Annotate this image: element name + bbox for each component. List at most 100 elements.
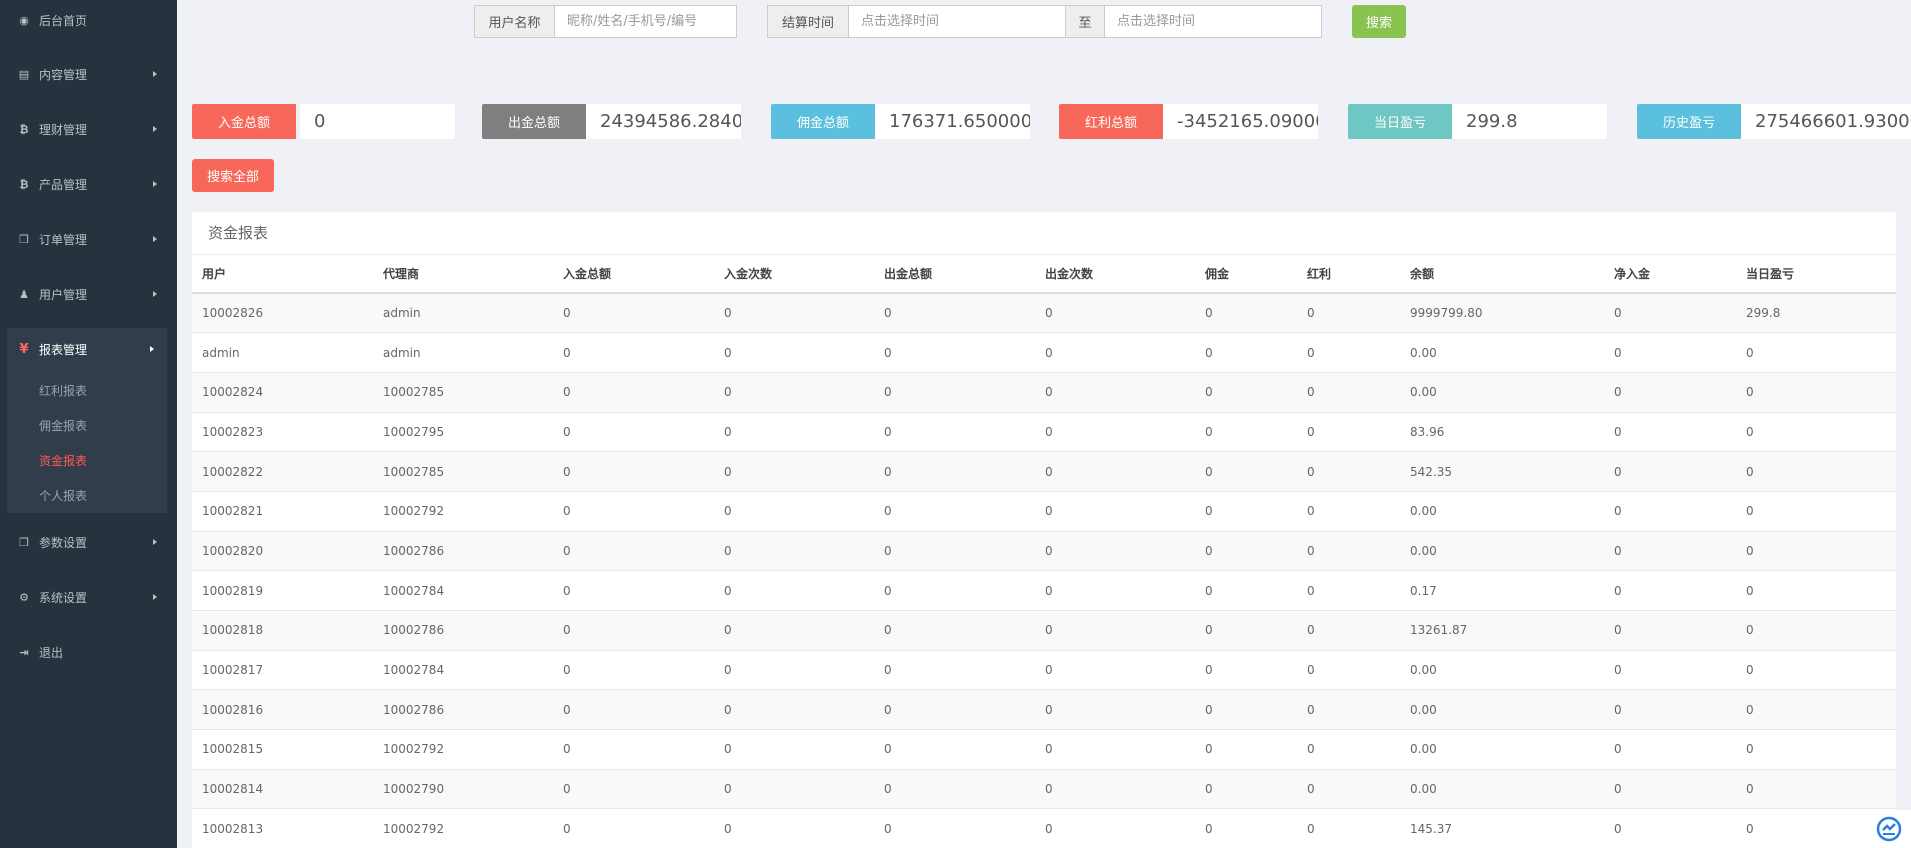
table-row: admin admin 0 0 0 0 0 0 0.00 0 0 [192, 332, 1896, 373]
table-cell: 0 [1195, 371, 1297, 413]
sidebar-item-logout[interactable]: ⇥ 退出 [0, 632, 177, 672]
table-cell: 9999799.80 [1400, 292, 1604, 333]
table-cell: 0 [1195, 411, 1297, 452]
table-row: 10002814 10002790 0 0 0 0 0 0 0.00 0 0 [192, 768, 1896, 809]
table-cell: 0 [1297, 490, 1400, 532]
stat-value: -3452165.09000000 [1163, 104, 1318, 139]
table-cell: 0 [874, 411, 1035, 452]
table-cell: 0 [553, 371, 714, 413]
book-icon: ▤ [18, 67, 30, 81]
sidebar-item-reports[interactable]: ¥ 报表管理 [7, 329, 167, 369]
table-cell: 0 [1604, 451, 1736, 492]
sidebar-item-parameters[interactable]: ❐ 参数设置 [0, 522, 177, 562]
table-cell: 0 [553, 570, 714, 611]
sidebar-item-dashboard[interactable]: ◉ 后台首页 [0, 0, 177, 40]
table-cell: 0 [1604, 649, 1736, 690]
sidebar-item-label: 产品管理 [39, 177, 88, 192]
table-cell: 10002784 [373, 649, 553, 690]
table-cell: 0 [874, 610, 1035, 651]
table-cell: 0 [714, 371, 874, 413]
table-cell: 0 [553, 649, 714, 690]
table-row: 10002822 10002785 0 0 0 0 0 0 542.35 0 0 [192, 451, 1896, 492]
table-cell: 0 [1297, 610, 1400, 651]
bitcoin-icon: ₿ [19, 122, 29, 136]
table-row: 10002818 10002786 0 0 0 0 0 0 13261.87 0 0 [192, 610, 1896, 651]
table-cell: 0 [553, 451, 714, 492]
table-cell: 0 [874, 292, 1035, 333]
table-cell: 10002785 [373, 371, 553, 413]
table-cell: 0 [1604, 490, 1736, 532]
sidebar-item-label: 内容管理 [39, 67, 88, 82]
table-cell: 0 [1195, 332, 1297, 373]
table-cell: 0 [553, 689, 714, 730]
table-cell: admin [373, 332, 553, 373]
table-cell: 0.17 [1400, 570, 1604, 611]
search-all-button[interactable]: 搜索全部 [192, 159, 274, 192]
table-cell: 0 [1297, 570, 1400, 611]
fund-report-table: 用户 代理商 入金总额 入金次数 出金总额 出金次数 佣金 红利 余额 净入金 当日盈亏 10002… [192, 255, 1896, 848]
chevron-right-icon [153, 291, 157, 297]
table-cell: 0 [1736, 570, 1896, 611]
column-header: 出金总额 [874, 255, 1035, 294]
table-cell: 0 [1297, 729, 1400, 770]
sidebar-item-products[interactable]: ₿ 产品管理 [0, 164, 177, 204]
table-cell: 0 [714, 689, 874, 730]
sidebar-subitem-bonus-report[interactable]: 红利报表 [39, 382, 87, 399]
table-row: 10002821 10002792 0 0 0 0 0 0 0.00 0 0 [192, 490, 1896, 532]
sidebar-item-label: 系统设置 [39, 590, 88, 605]
table-cell: 0 [1195, 490, 1297, 532]
table-cell: 0 [1035, 411, 1195, 452]
table-row: 10002816 10002786 0 0 0 0 0 0 0.00 0 0 [192, 689, 1896, 730]
stat-value: 275466601.93000000 [1741, 104, 1911, 139]
table-cell: 145.37 [1400, 808, 1604, 848]
table-cell: 0 [553, 610, 714, 651]
table-cell: 0 [714, 490, 874, 532]
table-header-row: 用户 代理商 入金总额 入金次数 出金总额 出金次数 佣金 红利 余额 净入金 当日盈亏 [192, 255, 1896, 294]
table-row: 10002817 10002784 0 0 0 0 0 0 0.00 0 0 [192, 649, 1896, 690]
sidebar-item-users[interactable]: ♟ 用户管理 [0, 274, 177, 314]
table-cell: 0 [1604, 570, 1736, 611]
table-cell: 0 [874, 729, 1035, 770]
table-cell: 10002821 [192, 490, 373, 532]
stat-value: 299.8 [1452, 104, 1607, 139]
chevron-right-icon [153, 126, 157, 132]
settle-time-label: 结算时间 [767, 5, 849, 38]
sidebar-item-content[interactable]: ▤ 内容管理 [0, 54, 177, 94]
column-header: 代理商 [373, 255, 553, 294]
table-cell: 0 [714, 411, 874, 452]
table-cell: 0 [1297, 689, 1400, 730]
column-header: 净入金 [1604, 255, 1736, 294]
app-logo [1866, 810, 1911, 848]
end-time-input[interactable] [1105, 5, 1322, 38]
user-icon: ♟ [19, 287, 29, 301]
stat-bonus-total: 红利总额 -3452165.09000000 [1059, 104, 1318, 139]
sidebar-item-label: 用户管理 [39, 287, 88, 302]
sidebar-item-label: 报表管理 [39, 342, 88, 357]
sidebar-item-system-settings[interactable]: ⚙ 系统设置 [0, 577, 177, 617]
bitcoin-icon: ₿ [19, 177, 29, 191]
sidebar-subitem-commission-report[interactable]: 佣金报表 [39, 417, 87, 434]
table-cell: 10002815 [192, 729, 373, 770]
table-cell: 0 [1195, 689, 1297, 730]
table-cell: 0 [1736, 649, 1896, 690]
table-cell: 0.00 [1400, 649, 1604, 690]
table-cell: 0 [874, 570, 1035, 611]
table-cell: 0 [714, 768, 874, 809]
table-cell: 10002819 [192, 570, 373, 611]
sidebar-subitem-personal-report[interactable]: 个人报表 [39, 487, 87, 504]
table-cell: 0 [1035, 808, 1195, 848]
start-time-input[interactable] [849, 5, 1066, 38]
sidebar-item-finance[interactable]: ₿ 理财管理 [0, 109, 177, 149]
username-input[interactable] [555, 5, 737, 38]
table-cell: 0 [1035, 729, 1195, 770]
table-cell: 0 [874, 371, 1035, 413]
table-cell: 10002786 [373, 530, 553, 571]
table-cell: 0 [1736, 411, 1896, 452]
table-cell: 0 [1604, 292, 1736, 333]
sidebar-item-orders[interactable]: ❐ 订单管理 [0, 219, 177, 259]
sidebar-item-label: 理财管理 [39, 122, 88, 137]
search-button[interactable]: 搜索 [1352, 5, 1406, 38]
table-cell: 0.00 [1400, 530, 1604, 571]
sidebar-subitem-fund-report[interactable]: 资金报表 [39, 452, 87, 469]
table-cell: 0 [1195, 729, 1297, 770]
